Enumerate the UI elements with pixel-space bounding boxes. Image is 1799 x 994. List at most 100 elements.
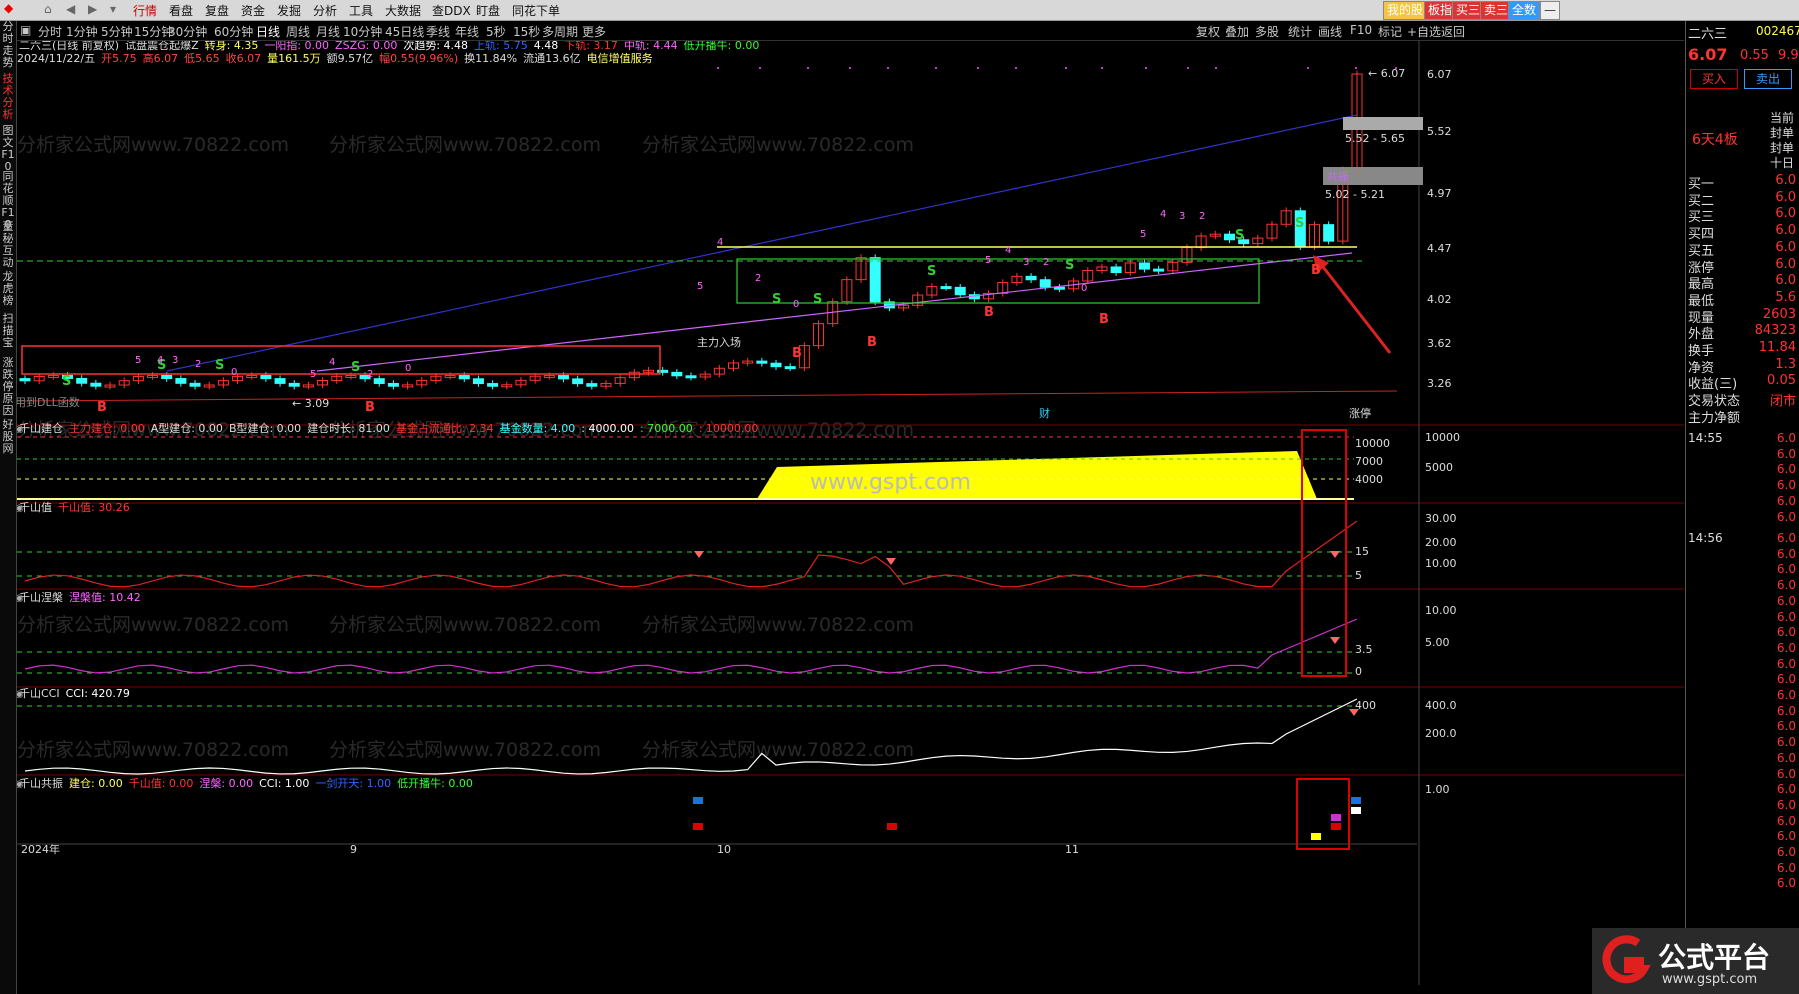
buy-button[interactable]: 买入 (1690, 69, 1738, 89)
panel2-axis-label: 30.00 (1425, 512, 1457, 525)
menu-3[interactable]: 资金 (241, 2, 265, 19)
main-header-line2-item: 低5.65 (184, 52, 220, 65)
forward-icon[interactable]: ▶ (88, 2, 97, 16)
menu-4[interactable]: 发掘 (277, 2, 301, 19)
candle-body (1025, 275, 1037, 281)
panel1-header: 千山建仓 主力建仓: 0.00 A型建仓: 0.00 B型建仓: 0.00 建仓时长: … (19, 421, 758, 435)
tick-price: 6.0 (1776, 478, 1796, 493)
period-1[interactable]: 1分钟 (66, 23, 98, 40)
tick-price: 6.0 (1776, 845, 1796, 859)
candle-body (161, 374, 173, 380)
chart-tool-4[interactable]: 画线 (1318, 23, 1342, 40)
main-header-line2-item: 高6.07 (143, 51, 179, 65)
period-16[interactable]: 更多 (582, 23, 606, 40)
period-4[interactable]: 30分钟 (168, 23, 207, 40)
toolbar-right-0[interactable]: 我的股 (1383, 1, 1428, 20)
home-icon[interactable]: ⌂ (44, 2, 52, 16)
toolbar-right-4[interactable]: 全数 (1508, 1, 1541, 20)
menu-8[interactable]: 查DDX (432, 2, 471, 19)
left-tab-1[interactable]: 技术分析 (1, 73, 15, 121)
stock-code: 002467 (1756, 24, 1799, 38)
menu-10[interactable]: 同花下单 (512, 2, 560, 19)
panel3-axis-label: 10.00 (1425, 604, 1457, 617)
app-logo-icon: ◆ (4, 1, 14, 15)
chart-tool-1[interactable]: 叠加 (1225, 23, 1249, 40)
kline-chart[interactable]: 二六三(日线 前复权) 试盘震仓起爆Z 转身: 4.35 一阳指: 0.00 ZSZG:… (3, 38, 1684, 985)
signal-marker: S (215, 358, 224, 373)
panel3-axis-label: 5.00 (1425, 636, 1450, 649)
resonance-marker (1331, 823, 1341, 830)
left-tab-label: 技术分析 (2, 72, 14, 121)
chart-area[interactable]: 二六三(日线 前复权) 试盘震仓起爆Z 转身: 4.35 一阳指: 0.00 ZSZG:… (3, 38, 1684, 985)
quote-value: 0.05 (1767, 373, 1796, 389)
price-axis-label: 3.26 (1427, 377, 1452, 390)
menu-7[interactable]: 大数据 (385, 2, 421, 19)
menu-2[interactable]: 复盘 (205, 2, 229, 19)
back-icon[interactable]: ◀ (66, 2, 75, 16)
panel-toggle-icon[interactable]: ◉ (15, 779, 24, 790)
chart-tool-7[interactable]: +自选 (1407, 23, 1441, 40)
quote-row: 收益(三) 0.05 (1688, 373, 1798, 392)
candle-body (189, 382, 201, 387)
left-tab-8[interactable]: 好股网 (1, 419, 15, 455)
left-tab-0[interactable]: 分时走势 (1, 21, 15, 69)
signal-marker: B (97, 400, 107, 415)
menu-down-icon[interactable]: ▾ (110, 2, 116, 16)
left-tab-2[interactable]: 图文F10 (1, 125, 15, 173)
left-tab-5[interactable]: 龙虎榜 (1, 271, 15, 307)
chart-tool-5[interactable]: F10 (1350, 23, 1372, 37)
price-axis-label: 4.97 (1427, 187, 1452, 200)
period-7[interactable]: 周线 (286, 23, 310, 40)
top-dot (759, 67, 761, 69)
top-dot (887, 67, 889, 69)
chart-tool-3[interactable]: 统计 (1288, 23, 1312, 40)
chart-tool-0[interactable]: 复权 (1196, 23, 1220, 40)
candle-body (1323, 224, 1335, 242)
period-9[interactable]: 10分钟 (343, 23, 382, 40)
candle-body (458, 375, 470, 380)
period-6[interactable]: 日线 (256, 23, 280, 40)
window-min-icon[interactable]: — (1540, 1, 1560, 20)
panel-toggle-icon[interactable]: ◉ (15, 593, 24, 604)
period-5[interactable]: 60分钟 (214, 23, 253, 40)
period-14[interactable]: 15秒 (513, 23, 540, 40)
chart-tool-2[interactable]: 多股 (1255, 23, 1279, 40)
quote-row: 最高 6.0 (1688, 273, 1798, 292)
board-count: 6天4板 (1692, 132, 1738, 148)
period-0[interactable]: 分时 (38, 23, 62, 40)
menu-1[interactable]: 看盘 (169, 2, 193, 19)
quote-row: 交易状态 闭市 (1688, 390, 1798, 409)
count-label: 2 (755, 273, 761, 284)
chart-tool-6[interactable]: 标记 (1378, 23, 1402, 40)
stock-name: 二六三 (1688, 27, 1728, 42)
period-13[interactable]: 5秒 (486, 23, 506, 40)
period-10[interactable]: 45日线 (385, 23, 424, 40)
left-tab-label: 好股网 (2, 418, 14, 455)
panel-toggle-icon[interactable]: ◉ (15, 503, 24, 514)
layout-toggle-icon[interactable]: ▣ (20, 23, 31, 37)
period-8[interactable]: 月线 (316, 23, 340, 40)
menu-9[interactable]: 盯盘 (476, 2, 500, 19)
resonance-marker (887, 823, 897, 830)
period-15[interactable]: 多周期 (542, 23, 578, 40)
panel-toggle-icon[interactable]: ◉ (15, 424, 24, 435)
menu-5[interactable]: 分析 (313, 2, 337, 19)
price-zone-1 (1343, 117, 1423, 130)
main-header-line1-item: 试盘震仓起爆Z (125, 41, 199, 52)
period-11[interactable]: 季线 (426, 23, 450, 40)
signal-diamond-icon (1330, 637, 1340, 644)
left-tab-7[interactable]: 涨跌停原因 (1, 357, 15, 417)
menu-6[interactable]: 工具 (349, 2, 373, 19)
left-tab-6[interactable]: 扫描宝 (1, 313, 15, 349)
panel-toggle-icon[interactable]: ◉ (15, 689, 24, 700)
panel2-header-item: 千山值 (19, 501, 52, 514)
left-tab-4[interactable]: 董秘互动 (1, 221, 15, 269)
menu-0[interactable]: 行情 (133, 2, 157, 19)
main-force-label: 主力入场 (697, 335, 741, 349)
period-12[interactable]: 年线 (455, 23, 479, 40)
main-header-line1-item: 低开播牛: 0.00 (684, 41, 760, 52)
sell-button[interactable]: 卖出 (1744, 69, 1792, 89)
period-2[interactable]: 5分钟 (101, 23, 133, 40)
chart-tool-8[interactable]: 返回 (1441, 23, 1465, 40)
main-header-line1-item: 转身: 4.35 (205, 41, 259, 52)
